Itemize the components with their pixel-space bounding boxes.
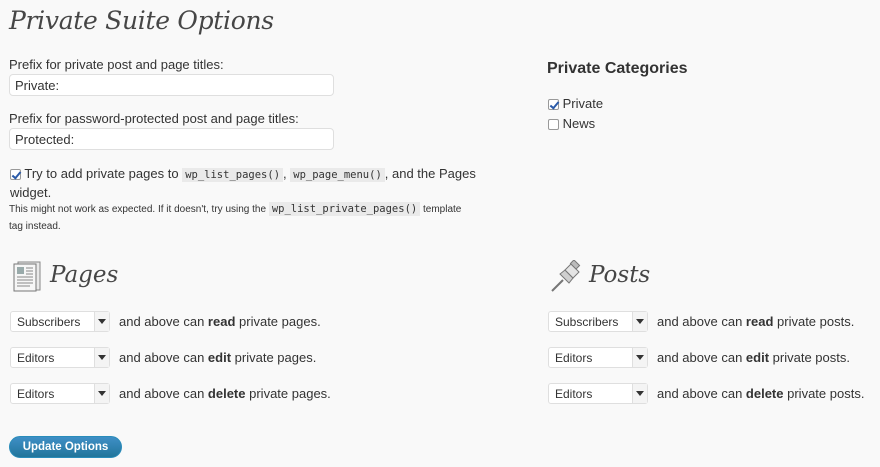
list-pages-option: Try to add private pages to wp_list_page…	[10, 165, 490, 202]
category-item-news[interactable]: News	[548, 116, 595, 131]
pages-icon	[13, 261, 41, 292]
list-pages-text-after: , and the Pages	[384, 166, 476, 181]
pages-read-select-value: Subscribers	[17, 315, 81, 329]
private-categories-title: Private Categories	[547, 60, 688, 77]
list-pages-checkbox[interactable]	[10, 169, 21, 181]
page-title: Private Suite Options	[9, 6, 274, 35]
perm-suffix: private pages.	[234, 350, 317, 365]
update-options-button[interactable]: Update Options	[9, 436, 122, 458]
code-wp-page-menu: wp_page_menu()	[290, 168, 385, 182]
perm-suffix: private pages.	[239, 314, 321, 329]
pages-delete-text: and above can delete private pages.	[119, 386, 331, 401]
note-text-before: This might not work as expected. If it d…	[9, 204, 267, 215]
protected-prefix-label: Prefix for password-protected post and p…	[9, 111, 299, 126]
perm-action: delete	[745, 386, 784, 401]
perm-suffix: private pages.	[249, 386, 331, 401]
pushpin-icon	[551, 260, 581, 292]
pages-delete-select[interactable]: Editors	[10, 383, 110, 404]
posts-edit-text: and above can edit private posts.	[657, 350, 850, 365]
perm-suffix: private posts.	[772, 350, 850, 365]
pages-section-title: Pages	[50, 262, 119, 288]
note-text-line2: tag instead.	[9, 221, 61, 232]
posts-read-select[interactable]: Subscribers	[548, 311, 648, 332]
posts-section-title: Posts	[589, 262, 651, 288]
perm-prefix: and above can	[119, 350, 205, 365]
chevron-down-icon	[632, 384, 647, 403]
posts-edit-select[interactable]: Editors	[548, 347, 648, 368]
perm-action: edit	[745, 350, 770, 365]
posts-read-select-value: Subscribers	[555, 315, 619, 329]
category-news-label: News	[562, 116, 596, 131]
private-prefix-label: Prefix for private post and page titles:	[9, 57, 224, 72]
perm-suffix: private posts.	[787, 386, 865, 401]
code-wp-list-pages: wp_list_pages()	[182, 168, 284, 182]
perm-action: read	[207, 314, 236, 329]
chevron-down-icon	[632, 312, 647, 331]
chevron-down-icon	[94, 312, 109, 331]
pages-delete-select-value: Editors	[17, 387, 55, 401]
pages-read-text: and above can read private pages.	[119, 314, 321, 329]
list-pages-text-line2: widget.	[10, 185, 52, 200]
private-prefix-input[interactable]	[9, 74, 334, 96]
note-text-after: template	[423, 204, 462, 215]
pages-edit-select[interactable]: Editors	[10, 347, 110, 368]
code-wp-list-private-pages: wp_list_private_pages()	[268, 202, 421, 216]
perm-action: delete	[207, 386, 246, 401]
category-news-checkbox[interactable]	[548, 119, 559, 131]
pages-edit-text: and above can edit private pages.	[119, 350, 316, 365]
perm-suffix: private posts.	[777, 314, 855, 329]
posts-delete-text: and above can delete private posts.	[657, 386, 864, 401]
list-pages-comma: ,	[283, 166, 287, 181]
protected-prefix-input[interactable]	[9, 128, 334, 150]
perm-prefix: and above can	[119, 314, 205, 329]
chevron-down-icon	[94, 384, 109, 403]
category-item-private[interactable]: Private	[548, 96, 603, 111]
perm-prefix: and above can	[657, 314, 743, 329]
chevron-down-icon	[632, 348, 647, 367]
posts-edit-select-value: Editors	[555, 351, 593, 365]
pages-read-select[interactable]: Subscribers	[10, 311, 110, 332]
posts-delete-select-value: Editors	[555, 387, 593, 401]
list-pages-note: This might not work as expected. If it d…	[9, 201, 489, 235]
perm-prefix: and above can	[657, 386, 743, 401]
pages-edit-select-value: Editors	[17, 351, 55, 365]
posts-delete-select[interactable]: Editors	[548, 383, 648, 404]
perm-action: edit	[207, 350, 232, 365]
perm-prefix: and above can	[119, 386, 205, 401]
list-pages-text-before: Try to add private pages to	[24, 166, 179, 181]
chevron-down-icon	[94, 348, 109, 367]
category-private-label: Private	[562, 96, 604, 111]
category-private-checkbox[interactable]	[548, 99, 559, 111]
perm-prefix: and above can	[657, 350, 743, 365]
posts-read-text: and above can read private posts.	[657, 314, 854, 329]
perm-action: read	[745, 314, 774, 329]
